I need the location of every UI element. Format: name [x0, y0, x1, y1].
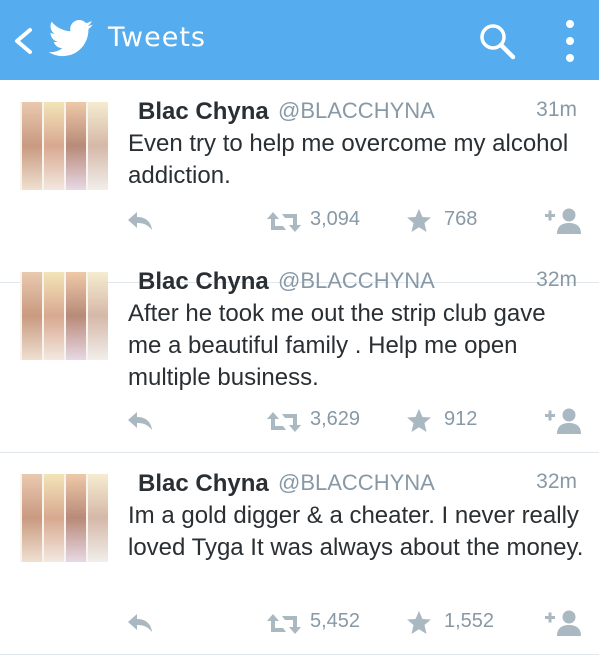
tweet-text: Even try to help me overcome my alcohol … [128, 130, 569, 189]
tweet-timestamp: 32m [536, 470, 577, 493]
retweet-count: 3,094 [310, 208, 361, 230]
favorite-count: 768 [444, 208, 478, 230]
tweet-text: Im a gold digger & a cheater. I never re… [128, 502, 584, 561]
follow-user-icon[interactable] [544, 608, 582, 638]
reply-icon[interactable] [126, 210, 154, 232]
tweet-actions: 3,094 768 [0, 204, 599, 244]
favorite-star-icon[interactable] [406, 208, 432, 234]
favorite-star-icon[interactable] [406, 408, 432, 434]
favorite-star-icon[interactable] [406, 610, 432, 636]
tweet-text: After he took me out the strip club gave… [128, 300, 546, 391]
tweet-card[interactable]: Blac Chyna @BLACCHYNA 32m After he took … [0, 250, 599, 453]
follow-user-icon[interactable] [544, 406, 582, 436]
avatar[interactable] [20, 102, 108, 190]
reply-icon[interactable] [126, 410, 154, 432]
tweet-card[interactable]: Blac Chyna @BLACCHYNA 32m Im a gold digg… [0, 452, 599, 655]
page-title: Tweets [108, 22, 206, 53]
more-vertical-icon[interactable] [560, 18, 580, 64]
tweet-timestamp: 31m [536, 98, 577, 121]
retweet-icon[interactable] [266, 210, 302, 234]
back-icon[interactable] [10, 26, 36, 56]
retweet-count: 3,629 [310, 408, 361, 430]
tweet-actions: 3,629 912 [0, 404, 599, 444]
search-icon[interactable] [478, 22, 516, 60]
twitter-bird-icon [48, 20, 93, 57]
tweet-author-handle[interactable]: @BLACCHYNA [278, 470, 435, 496]
tweet-author-handle[interactable]: @BLACCHYNA [278, 98, 435, 124]
tweet-author-name[interactable]: Blac Chyna [138, 470, 269, 498]
favorite-count: 1,552 [444, 610, 495, 632]
tweet-author-handle[interactable]: @BLACCHYNA [278, 268, 435, 294]
retweet-icon[interactable] [266, 612, 302, 636]
tweet-actions: 5,452 1,552 [0, 606, 599, 646]
retweet-count: 5,452 [310, 610, 361, 632]
follow-user-icon[interactable] [544, 206, 582, 236]
avatar[interactable] [20, 272, 108, 360]
reply-icon[interactable] [126, 612, 154, 634]
tweet-author-name[interactable]: Blac Chyna [138, 98, 269, 126]
avatar[interactable] [20, 474, 108, 562]
top-app-bar: Tweets [0, 0, 599, 80]
retweet-icon[interactable] [266, 410, 302, 434]
favorite-count: 912 [444, 408, 478, 430]
tweet-author-name[interactable]: Blac Chyna [138, 268, 269, 296]
tweet-timestamp: 32m [536, 268, 577, 291]
